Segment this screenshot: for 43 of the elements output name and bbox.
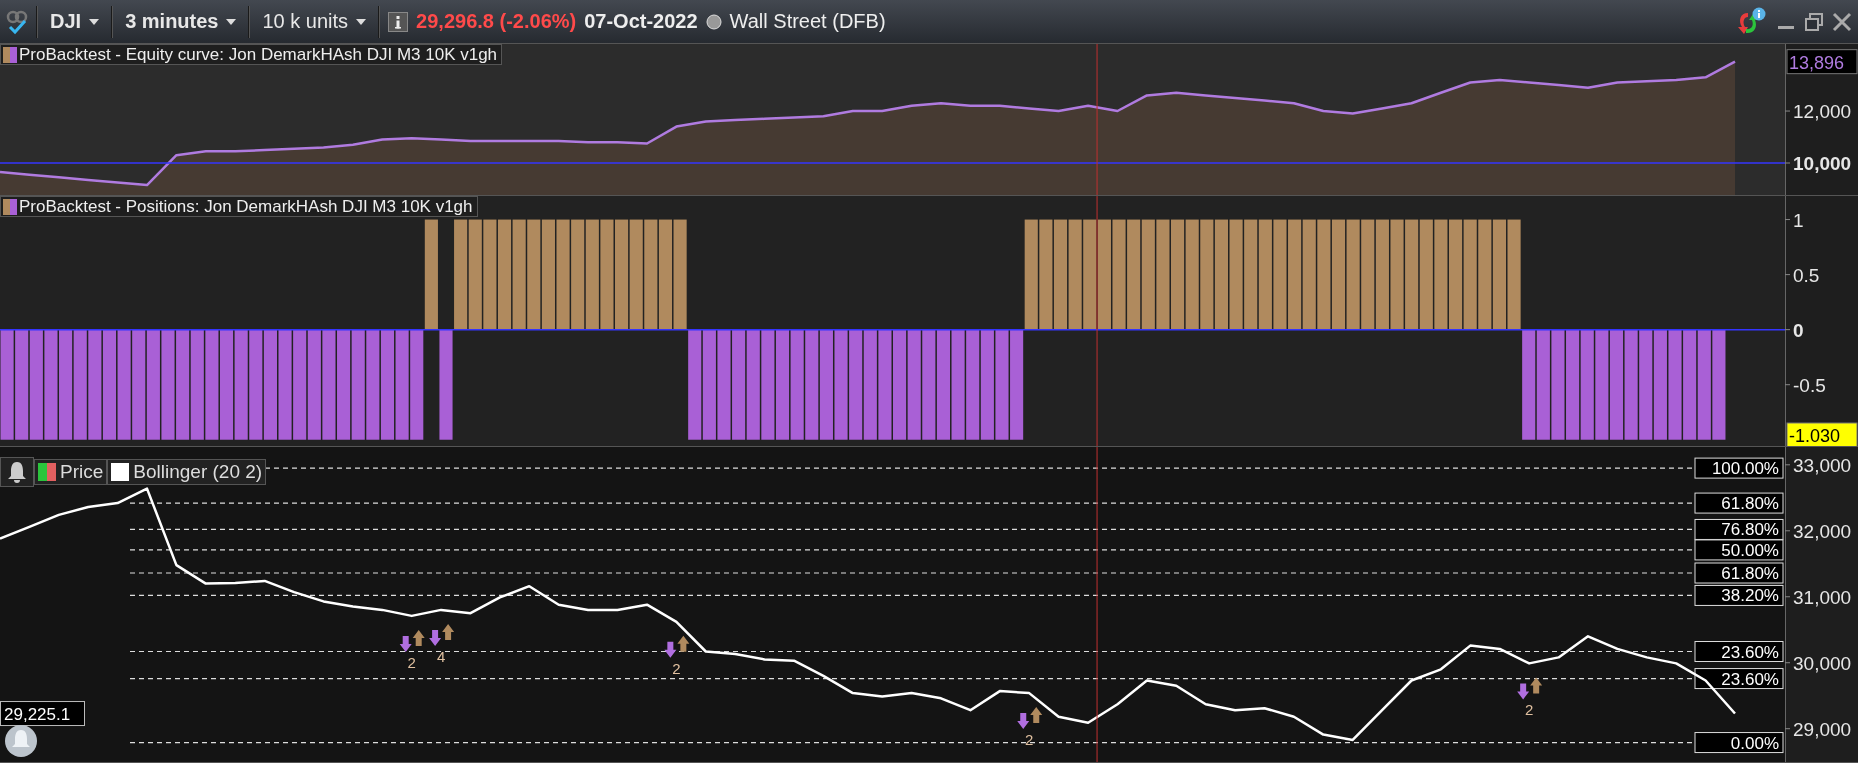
axis-label: 10,000 [1793,153,1852,174]
fibonacci-label: 61.80% [1694,562,1784,584]
date-label: 07-Oct-2022 [584,10,698,33]
alert-bell-icon[interactable] [0,457,34,487]
market-status-icon [705,13,722,30]
fibonacci-label: 23.60% [1694,641,1784,662]
axis-label: 30,000 [1793,652,1852,674]
price-change: 29,296.8 (-2.06%) [416,10,577,33]
info-icon[interactable] [388,11,409,32]
color-swatch-icon [3,46,17,63]
axis-label: 31,000 [1793,586,1852,608]
fibonacci-label: 100.00% [1694,457,1784,479]
last-value-label: 13,896 [1786,49,1858,75]
fibonacci-label: 61.80% [1694,492,1784,514]
axis-label: 0 [1793,319,1804,341]
axis-label: 29,000 [1793,718,1852,740]
caret-icon [226,18,237,25]
close-icon[interactable] [1832,11,1852,32]
price-tag: 29,225.1 [0,701,85,726]
axis-label: 0.5 [1793,264,1820,286]
alert-bell-icon[interactable] [4,724,38,758]
restore-icon[interactable] [1804,11,1824,32]
size-dropdown[interactable]: 10 k units [258,10,371,33]
fibonacci-label: 38.20% [1694,584,1784,606]
axis-label: 33,000 [1793,454,1852,476]
caret-icon [356,18,367,25]
instrument-dropdown[interactable]: DJI [46,10,104,33]
fibonacci-label: 0.00% [1694,732,1784,754]
axis-label: 32,000 [1793,520,1852,542]
market-name: Wall Street (DFB) [729,10,886,33]
axis-label: -0.5 [1793,374,1826,396]
timeframe-dropdown[interactable]: 3 minutes [121,10,241,33]
axis-label: 1 [1793,209,1804,231]
caret-icon [89,18,100,25]
band-swatch-icon [111,463,130,481]
color-swatch-icon [3,198,17,215]
fibonacci-label: 76.80% [1694,518,1784,540]
axis-label: 12,000 [1793,101,1852,123]
fibonacci-label: 23.60% [1694,668,1784,690]
candle-swatch-icon [38,463,56,481]
link-check-icon[interactable] [6,8,28,35]
min-value-label: -1.030 [1786,422,1858,446]
fibonacci-label: 50.00% [1694,539,1784,561]
